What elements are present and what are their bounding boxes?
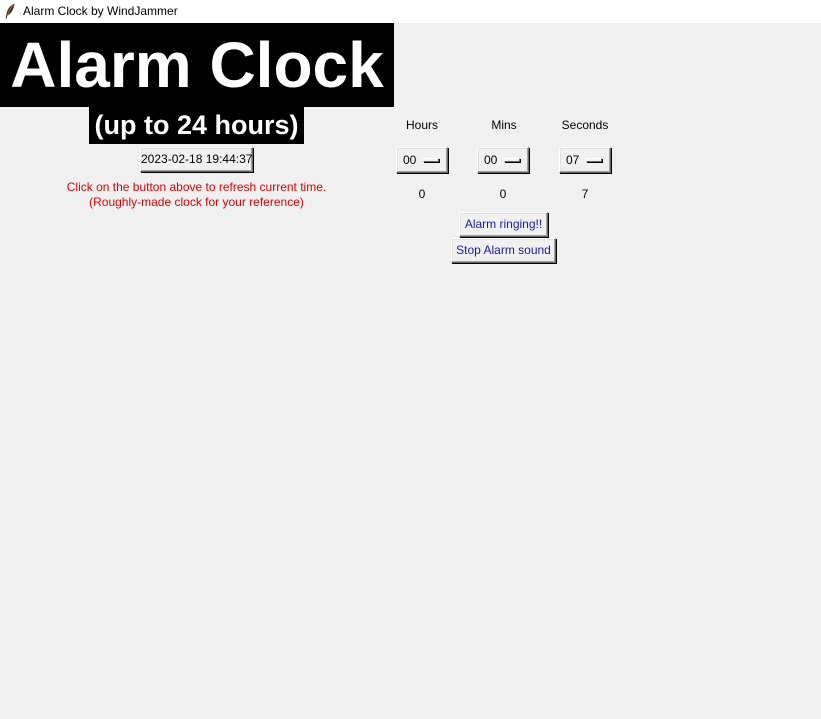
hours-label: Hours <box>405 118 438 132</box>
hours-selected-value: 00 <box>403 153 417 167</box>
hours-value: 0 <box>418 187 426 201</box>
dropdown-indicator-icon <box>504 158 520 162</box>
mins-label: Mins <box>491 118 517 132</box>
mins-selected-value: 00 <box>484 153 498 167</box>
seconds-dropdown[interactable]: 07 <box>559 147 611 173</box>
seconds-label: Seconds <box>561 118 609 132</box>
refresh-hint-text: Click on the button above to refresh cur… <box>66 180 327 194</box>
window-titlebar[interactable]: Alarm Clock by WindJammer <box>0 0 821 23</box>
alarm-status-button[interactable]: Alarm ringing!! <box>459 212 548 237</box>
refresh-time-button[interactable]: 2023-02-18 19:44:37 <box>140 147 253 172</box>
clock-reference-note: (Roughly-made clock for your reference) <box>89 195 304 209</box>
app-window: Alarm Clock by WindJammer Alarm Clock (u… <box>0 0 821 719</box>
seconds-selected-value: 07 <box>566 153 580 167</box>
app-title: Alarm Clock <box>0 23 394 107</box>
window-title: Alarm Clock by WindJammer <box>23 4 178 18</box>
mins-dropdown[interactable]: 00 <box>477 147 529 173</box>
app-subtitle: (up to 24 hours) <box>89 107 304 144</box>
dropdown-indicator-icon <box>586 158 602 162</box>
hours-dropdown[interactable]: 00 <box>396 147 448 173</box>
seconds-value: 7 <box>581 187 589 201</box>
dropdown-indicator-icon <box>423 158 439 162</box>
mins-value: 0 <box>499 187 507 201</box>
stop-alarm-button[interactable]: Stop Alarm sound <box>451 238 556 263</box>
feather-icon <box>4 3 16 19</box>
